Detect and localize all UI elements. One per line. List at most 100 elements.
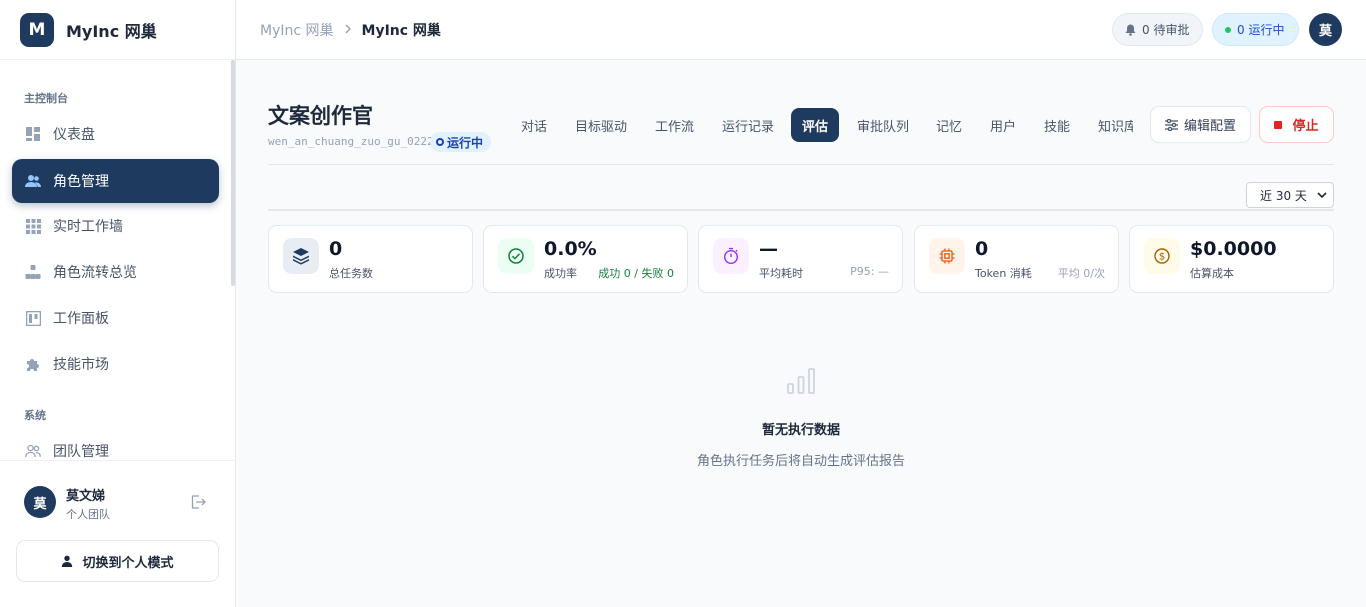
- breadcrumb: MyInc 网巢 MyInc 网巢: [260, 20, 441, 40]
- stop-button[interactable]: 停止: [1259, 106, 1334, 143]
- sidebar-item-role-flow[interactable]: 角色流转总览: [12, 250, 219, 294]
- stat-card-estimated-cost: $ $0.0000 估算成本: [1129, 225, 1334, 293]
- stat-value: 0.0%: [544, 238, 597, 260]
- tab-memory[interactable]: 记忆: [925, 108, 973, 142]
- stat-value: 0: [329, 238, 343, 260]
- stat-aux: P95: —: [850, 265, 889, 278]
- sidebar: M MyInc 网巢 主控制台 仪表盘 角色管理 实时工作墙 角色流转总览 工作…: [0, 0, 236, 607]
- stat-card-success-rate: 0.0% 成功率 成功 0 / 失败 0: [483, 225, 688, 293]
- user-panel: 莫 莫文娣 个人团队 切换到个人模式: [0, 460, 236, 607]
- sidebar-item-work-panel[interactable]: 工作面板: [12, 296, 219, 340]
- switch-personal-mode-button[interactable]: 切换到个人模式: [16, 540, 219, 582]
- sidebar-item-label: 团队管理: [53, 444, 109, 460]
- user-name: 莫文娣: [66, 489, 106, 504]
- role-title: 文案创作官: [268, 104, 373, 128]
- brand-name: MyInc 网巢: [66, 21, 157, 41]
- tab-workflow[interactable]: 工作流: [644, 108, 705, 142]
- nav-section-system: 系统: [24, 409, 46, 422]
- grid-icon: [24, 217, 42, 235]
- empty-state-title: 暂无执行数据: [761, 423, 840, 438]
- users-icon: [24, 172, 42, 190]
- tab-chat[interactable]: 对话: [510, 108, 558, 142]
- logout-icon[interactable]: [190, 494, 206, 514]
- stat-label: Token 消耗: [975, 267, 1032, 280]
- status-dot-icon: [1225, 26, 1231, 33]
- role-status-badge: 运行中: [430, 132, 492, 152]
- stop-icon: [1274, 120, 1283, 129]
- tab-goal-driven[interactable]: 目标驱动: [564, 108, 638, 142]
- top-bar: MyInc 网巢 MyInc 网巢 0 待审批 0 运行中 莫: [236, 0, 1366, 60]
- tab-approval-queue[interactable]: 审批队列: [846, 108, 920, 142]
- chip-icon: [929, 238, 965, 274]
- sidebar-item-label: 角色管理: [53, 174, 109, 190]
- dashboard-icon: [24, 125, 42, 143]
- tab-users[interactable]: 用户: [979, 108, 1027, 142]
- sidebar-item-skill-market[interactable]: 技能市场: [12, 342, 219, 386]
- sidebar-item-team[interactable]: 团队管理: [12, 429, 219, 460]
- stat-aux: 平均 0/次: [1057, 267, 1105, 280]
- avatar[interactable]: 莫: [24, 486, 56, 518]
- stopwatch-icon: [713, 238, 749, 274]
- hierarchy-icon: [24, 263, 42, 281]
- sidebar-nav: 主控制台 仪表盘 角色管理 实时工作墙 角色流转总览 工作面板 技能市场 系统 …: [0, 60, 236, 460]
- stat-label: 平均耗时: [759, 267, 803, 280]
- sidebar-item-label: 实时工作墙: [53, 219, 123, 235]
- sidebar-item-dashboard[interactable]: 仪表盘: [12, 112, 219, 156]
- divider: [268, 164, 1334, 165]
- stat-value: 0: [975, 238, 989, 260]
- running-count-label: 0 运行中: [1237, 23, 1285, 37]
- bar-chart-icon: [786, 366, 816, 400]
- header-avatar[interactable]: 莫: [1309, 13, 1342, 46]
- role-id: wen_an_chuang_zuo_gu_0222: [268, 135, 434, 148]
- edit-config-label: 编辑配置: [1183, 119, 1236, 134]
- sidebar-item-label: 工作面板: [53, 311, 109, 327]
- running-count-badge[interactable]: 0 运行中: [1212, 13, 1299, 46]
- chevron-down-icon: [1317, 191, 1327, 199]
- team-icon: [24, 442, 42, 460]
- nav-section-main: 主控制台: [24, 92, 68, 105]
- sidebar-item-live-wall[interactable]: 实时工作墙: [12, 204, 219, 248]
- empty-state-subtitle: 角色执行任务后将自动生成评估报告: [696, 454, 905, 469]
- range-select[interactable]: 近 30 天: [1246, 182, 1334, 208]
- stat-card-total-tasks: 0 总任务数: [268, 225, 473, 293]
- stat-value: —: [759, 238, 778, 260]
- main-content: 文案创作官 wen_an_chuang_zuo_gu_0222 运行中 对话 目…: [236, 60, 1366, 607]
- stat-label: 估算成本: [1190, 267, 1234, 280]
- brand[interactable]: M MyInc 网巢: [0, 0, 235, 60]
- role-tabs: 对话 目标驱动 工作流 运行记录 评估 审批队列 记忆 用户 技能 知识库: [508, 108, 1133, 142]
- brand-logo: M: [20, 12, 54, 47]
- divider: [268, 209, 1334, 211]
- sidebar-item-roles[interactable]: 角色管理: [12, 159, 219, 203]
- bell-icon: [1125, 24, 1136, 36]
- breadcrumb-current: MyInc 网巢: [361, 23, 441, 39]
- pending-approval-badge[interactable]: 0 待审批: [1112, 13, 1203, 46]
- user-icon: [61, 555, 73, 567]
- user-team: 个人团队: [66, 508, 110, 521]
- edit-config-button[interactable]: 编辑配置: [1150, 106, 1251, 143]
- stat-label: 成功率: [544, 267, 577, 280]
- stat-value: $0.0000: [1190, 238, 1277, 260]
- stat-card-avg-duration: — 平均耗时 P95: —: [698, 225, 903, 293]
- stat-aux: 成功 0 / 失败 0: [598, 267, 674, 280]
- pending-approval-label: 0 待审批: [1142, 23, 1190, 37]
- role-status-label: 运行中: [447, 135, 484, 150]
- sidebar-item-label: 技能市场: [53, 357, 109, 373]
- tab-evaluation[interactable]: 评估: [791, 108, 840, 142]
- dollar-coin-icon: $: [1144, 238, 1180, 274]
- layers-icon: [283, 238, 319, 274]
- sidebar-item-label: 角色流转总览: [53, 265, 137, 281]
- puzzle-icon: [24, 355, 42, 373]
- tab-skills[interactable]: 技能: [1033, 108, 1081, 142]
- breadcrumb-parent[interactable]: MyInc 网巢: [260, 20, 334, 40]
- chevron-right-icon: [344, 22, 352, 38]
- kanban-icon: [24, 309, 42, 327]
- stop-label: 停止: [1292, 119, 1319, 134]
- tab-run-log[interactable]: 运行记录: [711, 108, 785, 142]
- sidebar-item-label: 仪表盘: [53, 127, 95, 143]
- status-dot-icon: [436, 138, 444, 146]
- tab-knowledge[interactable]: 知识库: [1087, 108, 1133, 142]
- range-select-value: 近 30 天: [1260, 188, 1307, 203]
- sidebar-scrollbar[interactable]: [231, 60, 235, 286]
- svg-text:$: $: [1159, 252, 1165, 263]
- check-circle-icon: [498, 238, 534, 274]
